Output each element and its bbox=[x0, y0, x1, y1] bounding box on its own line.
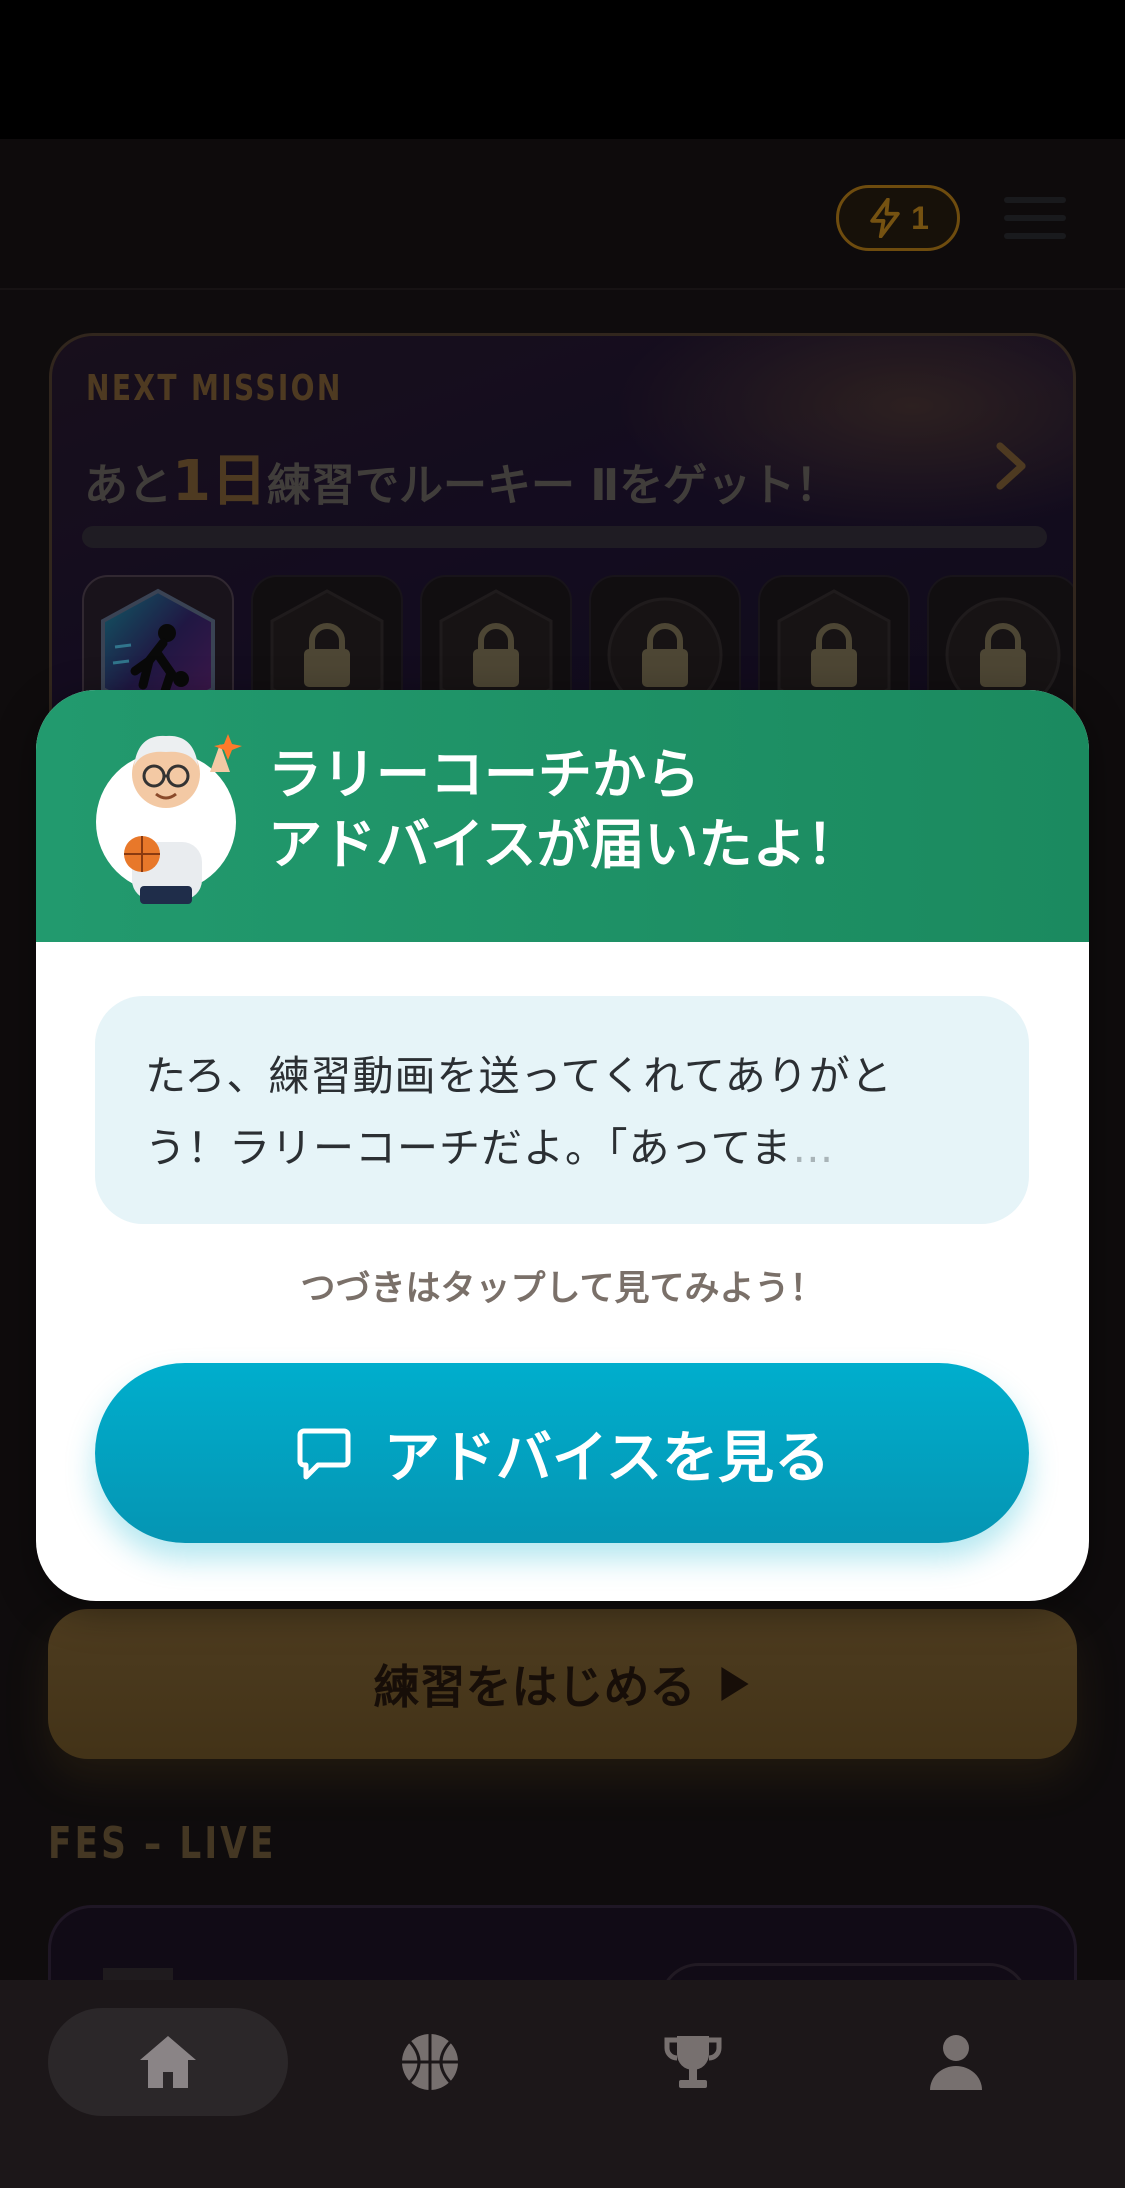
modal-title-line1: ラリーコーチから bbox=[268, 743, 700, 806]
home-icon bbox=[140, 2036, 196, 2088]
coach-advice-modal: ラリーコーチから アドバイスが届いたよ！ たろ、練習動画を送ってくれてありがと … bbox=[36, 690, 1089, 1601]
view-advice-label: アドバイスを見る bbox=[383, 1425, 831, 1491]
coach-avatar bbox=[96, 734, 242, 904]
advice-message-text: たろ、練習動画を送ってくれてありがと う！ラリーコーチだよ。「あってま… bbox=[145, 1040, 979, 1184]
trophy-icon bbox=[664, 2036, 722, 2088]
tab-home[interactable] bbox=[48, 2008, 288, 2116]
message-ellipsis: … bbox=[792, 1124, 835, 1172]
app-root: 1 NEXT MISSION あと1日練習でルーキー Ⅱをゲット！ 練習をはじめ… bbox=[0, 0, 1125, 2188]
modal-header: ラリーコーチから アドバイスが届いたよ！ bbox=[36, 690, 1089, 942]
tab-profile[interactable] bbox=[896, 2008, 1016, 2116]
bottom-tab-bar bbox=[0, 1980, 1125, 2140]
modal-title-line2: アドバイスが届いたよ！ bbox=[268, 813, 861, 876]
message-line2: う！ラリーコーチだよ。「あってま bbox=[145, 1124, 793, 1172]
advice-message-preview[interactable]: たろ、練習動画を送ってくれてありがと う！ラリーコーチだよ。「あってま… bbox=[95, 996, 1029, 1224]
status-bar bbox=[0, 0, 1125, 139]
tab-practice[interactable] bbox=[370, 2008, 490, 2116]
home-indicator-area bbox=[0, 2140, 1125, 2188]
chat-bubble-icon bbox=[297, 1428, 351, 1480]
basketball-icon bbox=[402, 2034, 458, 2090]
view-advice-button[interactable]: アドバイスを見る bbox=[95, 1363, 1029, 1543]
message-line1: たろ、練習動画を送ってくれてありがと bbox=[145, 1052, 893, 1100]
user-icon bbox=[930, 2035, 982, 2090]
tap-hint: つづきはタップして見てみよう！ bbox=[300, 1269, 825, 1309]
modal-title: ラリーコーチから アドバイスが届いたよ！ bbox=[268, 740, 860, 880]
tab-ranking[interactable] bbox=[633, 2008, 753, 2116]
